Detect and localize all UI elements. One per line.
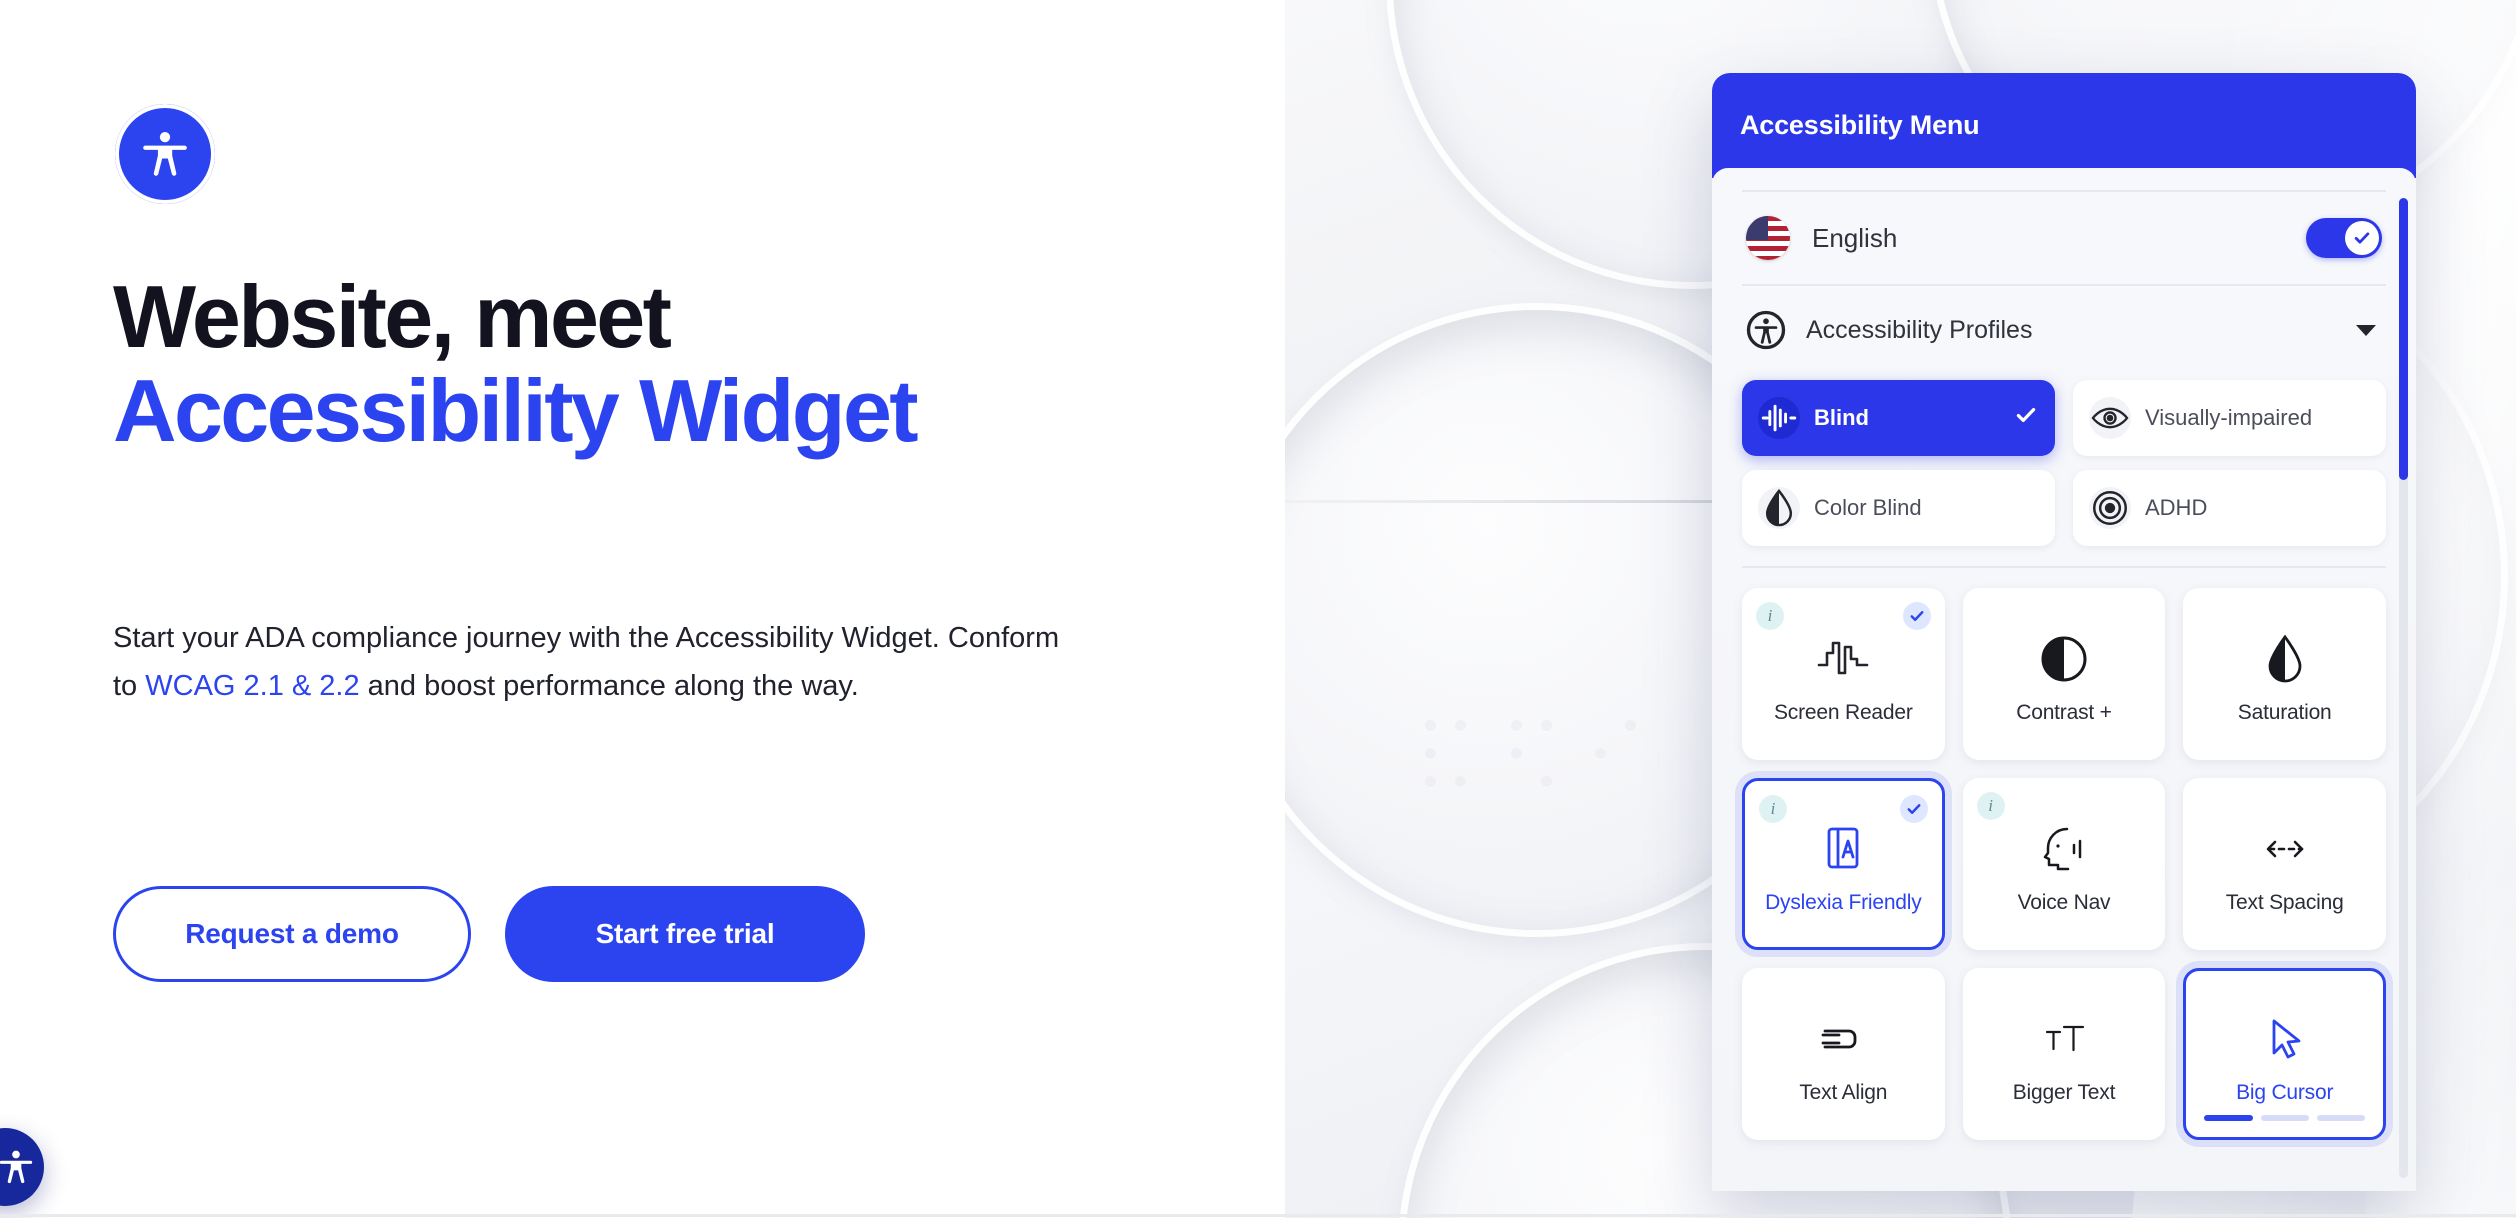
tile-text-align[interactable]: Text Align bbox=[1742, 968, 1945, 1140]
toggle-knob bbox=[2345, 221, 2379, 255]
tile-contrast-plus[interactable]: Contrast + bbox=[1962, 588, 2166, 760]
accessibility-profiles-label: Accessibility Profiles bbox=[1806, 315, 2033, 344]
headline-line-2: Accessibility Widget bbox=[113, 361, 919, 461]
request-demo-button[interactable]: Request a demo bbox=[113, 886, 471, 982]
sound-wave-icon bbox=[1813, 623, 1873, 695]
cta-button-row: Request a demo Start free trial bbox=[113, 886, 865, 982]
droplet-icon bbox=[2255, 623, 2315, 695]
tile-label: Saturation bbox=[2237, 701, 2332, 724]
profile-label: Visually-impaired bbox=[2145, 405, 2313, 430]
page-root: Website, meet Accessibility Widget Start… bbox=[0, 0, 2516, 1218]
tile-label: Big Cursor bbox=[2236, 1081, 2334, 1104]
start-free-trial-button[interactable]: Start free trial bbox=[505, 886, 865, 982]
tile-label: Bigger Text bbox=[2012, 1081, 2116, 1104]
headline-line-1: Website, meet bbox=[113, 267, 672, 366]
language-toggle[interactable] bbox=[2306, 218, 2382, 258]
accessibility-menu-title: Accessibility Menu bbox=[1740, 110, 1980, 140]
hero-content: Website, meet Accessibility Widget Start… bbox=[0, 0, 1285, 1218]
language-row[interactable]: English bbox=[1736, 192, 2392, 284]
page-bottom-divider bbox=[0, 1214, 2516, 1217]
dyslexia-a-icon bbox=[1813, 813, 1873, 885]
tile-dyslexia-friendly[interactable]: i Dyslexia Friendly bbox=[1742, 778, 1945, 950]
profile-label: ADHD bbox=[2145, 495, 2208, 520]
tile-text-spacing[interactable]: Text Spacing bbox=[2183, 778, 2386, 950]
page-title: Website, meet Accessibility Widget bbox=[113, 267, 1293, 461]
droplet-icon bbox=[1758, 487, 1800, 529]
accessibility-menu-panel: Accessibility Menu English Accessibility… bbox=[1712, 73, 2416, 1191]
profile-card-visually-impaired[interactable]: Visually-impaired bbox=[2073, 380, 2386, 456]
accessibility-person-icon bbox=[1746, 310, 1786, 350]
panel-scrollbar-thumb[interactable] bbox=[2399, 198, 2408, 480]
profile-card-color-blind[interactable]: Color Blind bbox=[1742, 470, 2055, 546]
sound-wave-icon bbox=[1758, 397, 1800, 439]
check-icon bbox=[2354, 232, 2370, 244]
text-align-icon bbox=[1813, 1003, 1873, 1075]
tile-label: Dyslexia Friendly bbox=[1765, 891, 1922, 914]
tile-big-cursor[interactable]: Big Cursor bbox=[2183, 968, 2386, 1140]
tile-label: Screen Reader bbox=[1774, 701, 1913, 724]
info-icon[interactable]: i bbox=[1759, 795, 1787, 823]
cursor-arrow-icon bbox=[2255, 1003, 2315, 1075]
profile-card-adhd[interactable]: ADHD bbox=[2073, 470, 2386, 546]
step-1[interactable] bbox=[2204, 1115, 2253, 1121]
accessibility-profiles-grid: Blind Visually-impaired Color Blind ADHD bbox=[1736, 374, 2392, 560]
info-icon[interactable]: i bbox=[1756, 602, 1784, 630]
us-flag-icon bbox=[1746, 216, 1790, 260]
profile-label: Blind bbox=[1814, 405, 1869, 430]
check-icon bbox=[1899, 795, 1928, 823]
accessibility-menu-body: English Accessibility Profiles Blind Vis… bbox=[1712, 168, 2416, 1191]
brand-accessibility-badge bbox=[115, 104, 215, 204]
tile-label: Text Spacing bbox=[2225, 891, 2344, 914]
wcag-link[interactable]: WCAG 2.1 & 2.2 bbox=[145, 670, 359, 702]
tile-bigger-text[interactable]: Bigger Text bbox=[1962, 968, 2166, 1140]
profile-card-blind[interactable]: Blind bbox=[1742, 380, 2055, 456]
emboss-braille-dots bbox=[1425, 720, 1655, 810]
target-icon bbox=[2089, 487, 2131, 529]
accessibility-menu-header: Accessibility Menu bbox=[1712, 73, 2416, 178]
arrows-spacing-icon bbox=[2255, 813, 2315, 885]
chevron-down-icon[interactable] bbox=[2356, 324, 2376, 336]
step-3[interactable] bbox=[2316, 1115, 2365, 1121]
tile-label: Contrast + bbox=[2016, 701, 2112, 724]
accessibility-profiles-row[interactable]: Accessibility Profiles bbox=[1736, 286, 2392, 374]
accessibility-person-icon bbox=[0, 1150, 33, 1184]
tile-voice-nav[interactable]: i Voice Nav bbox=[1962, 778, 2166, 950]
tile-saturation[interactable]: Saturation bbox=[2183, 588, 2386, 760]
feature-tiles-grid: i Screen Reader Contrast + Saturation i … bbox=[1736, 568, 2392, 1140]
contrast-circle-icon bbox=[2034, 623, 2094, 695]
bigger-text-icon bbox=[2034, 1003, 2094, 1075]
step-2[interactable] bbox=[2260, 1115, 2309, 1121]
tile-label: Voice Nav bbox=[2017, 891, 2111, 914]
subtext-part-2: and boost performance along the way. bbox=[359, 670, 859, 703]
accessibility-widget-launcher-button[interactable] bbox=[0, 1128, 44, 1206]
hero-subtext: Start your ADA compliance journey with t… bbox=[113, 614, 1073, 710]
tile-screen-reader[interactable]: i Screen Reader bbox=[1742, 588, 1945, 760]
info-icon[interactable]: i bbox=[1976, 792, 2005, 820]
tile-label: Text Align bbox=[1799, 1081, 1888, 1104]
eye-icon bbox=[2089, 397, 2131, 439]
droplet-icon bbox=[1765, 488, 1793, 527]
voice-head-icon bbox=[2034, 813, 2094, 885]
cursor-size-steps[interactable] bbox=[2204, 1115, 2365, 1121]
profile-label: Color Blind bbox=[1814, 495, 1922, 520]
check-icon bbox=[1902, 602, 1931, 630]
language-label: English bbox=[1812, 222, 1898, 253]
check-icon bbox=[2013, 402, 2039, 434]
accessibility-person-icon bbox=[143, 131, 187, 176]
accessibility-person-icon bbox=[1746, 310, 1786, 350]
